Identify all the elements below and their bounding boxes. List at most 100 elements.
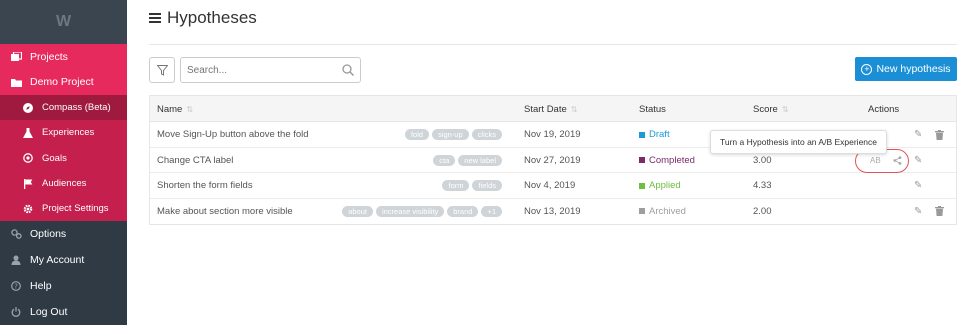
search-icon[interactable]	[342, 64, 354, 76]
table-header: Name ⇅ Start Date ⇅ Status Score ⇅ Actions	[150, 96, 956, 122]
sidebar-item-label: Options	[30, 228, 67, 241]
sidebar-item-experiences[interactable]: Experiences	[0, 120, 127, 145]
sidebar-item-label: My Account	[30, 254, 85, 267]
tag: +1	[481, 205, 502, 217]
menu-icon[interactable]	[149, 13, 161, 23]
tag: form	[442, 180, 470, 192]
sidebar-item-options[interactable]: Options	[0, 221, 127, 247]
trash-icon[interactable]	[935, 122, 944, 148]
sort-icon: ⇅	[781, 104, 789, 114]
column-label: Status	[639, 103, 666, 115]
edit-icon[interactable]: ✎	[914, 199, 922, 225]
trash-icon[interactable]	[935, 199, 944, 225]
sidebar-item-label: Projects	[30, 50, 68, 63]
tag: new label	[458, 154, 502, 166]
account-nav: Options My Account ? Help Log Out	[0, 221, 127, 325]
score: 2.00	[753, 205, 772, 217]
edit-icon[interactable]: ✎	[914, 122, 922, 148]
filter-icon	[156, 64, 168, 76]
status-indicator	[639, 182, 645, 189]
sort-icon: ⇅	[186, 104, 194, 114]
tag-list: cta new label	[430, 148, 502, 174]
tag: about	[342, 205, 373, 217]
status-label: Archived	[649, 205, 686, 217]
project-subnav: Compass (Beta) Experiences Goals Audienc…	[0, 95, 127, 222]
logo-area: W	[0, 0, 127, 44]
project-nav: Projects Demo Project	[0, 44, 127, 95]
flask-icon	[22, 127, 34, 139]
page-header: Hypotheses	[149, 8, 257, 28]
tag: increase visibility	[375, 205, 445, 217]
hypothesis-name[interactable]: Move Sign-Up button above the fold	[157, 122, 309, 148]
hypothesis-name[interactable]: Change CTA label	[157, 148, 233, 174]
edit-icon[interactable]: ✎	[914, 173, 922, 199]
column-header-name[interactable]: Name ⇅	[157, 96, 193, 122]
search-input[interactable]	[187, 64, 342, 76]
help-icon: ?	[10, 280, 22, 292]
sidebar-item-log-out[interactable]: Log Out	[0, 299, 127, 325]
sidebar-item-label: Experiences	[42, 127, 95, 139]
gears-icon	[10, 228, 22, 240]
target-icon	[22, 152, 34, 164]
sidebar-item-goals[interactable]: Goals	[0, 146, 127, 171]
user-icon	[10, 254, 22, 266]
tag: fold	[404, 129, 430, 141]
hypotheses-table: Name ⇅ Start Date ⇅ Status Score ⇅ Actions …	[149, 95, 957, 225]
sidebar-item-label: Goals	[42, 152, 67, 164]
tooltip: Turn a Hypothesis into an A/B Experience	[710, 130, 887, 154]
status-indicator	[639, 208, 645, 215]
table-row[interactable]: Make about section more visible about in…	[150, 199, 956, 225]
flag-icon	[22, 178, 34, 190]
tag-list: fold sign-up clicks	[402, 122, 502, 148]
sidebar-item-projects[interactable]: Projects	[0, 44, 127, 70]
svg-text:?: ?	[14, 283, 18, 291]
column-label: Start Date	[524, 103, 567, 115]
sidebar-item-compass[interactable]: Compass (Beta)	[0, 95, 127, 121]
status: Applied	[639, 173, 681, 199]
tag: sign-up	[432, 129, 469, 141]
tag-list: about increase visibility brand +1	[339, 199, 502, 225]
plus-icon: +	[861, 63, 873, 75]
status-label: Draft	[649, 129, 670, 141]
start-date: Nov 13, 2019	[524, 205, 581, 217]
sidebar-item-my-account[interactable]: My Account	[0, 247, 127, 273]
score: 4.33	[753, 180, 772, 192]
gear-icon	[22, 203, 34, 215]
column-header-start-date[interactable]: Start Date ⇅	[524, 96, 577, 122]
status: Archived	[639, 199, 686, 225]
sidebar: W Projects Demo Project Compass (Beta) E…	[0, 0, 127, 325]
tag: cta	[433, 154, 456, 166]
column-label: Actions	[868, 103, 900, 115]
page-title: Hypotheses	[167, 8, 257, 27]
folders-icon	[10, 51, 22, 63]
table-row[interactable]: Shorten the form fields form fields Nov …	[150, 173, 956, 199]
new-hypothesis-button[interactable]: + New hypothesis	[855, 57, 957, 81]
folder-icon	[10, 76, 22, 88]
search-box	[180, 57, 361, 83]
edit-icon[interactable]: ✎	[914, 148, 922, 174]
sidebar-item-audiences[interactable]: Audiences	[0, 171, 127, 196]
sidebar-item-demo-project[interactable]: Demo Project	[0, 70, 127, 96]
column-label: Name	[157, 103, 183, 115]
status: Draft	[639, 122, 670, 148]
status-label: Applied	[649, 180, 681, 192]
column-header-actions: Actions	[868, 96, 899, 122]
start-date: Nov 4, 2019	[524, 180, 576, 192]
hypothesis-name[interactable]: Shorten the form fields	[157, 173, 253, 199]
hypothesis-name[interactable]: Make about section more visible	[157, 199, 293, 225]
sidebar-item-label: Demo Project	[30, 76, 94, 89]
column-label: Score	[753, 103, 778, 115]
divider	[149, 44, 957, 45]
new-hypothesis-label: New hypothesis	[876, 63, 951, 75]
sidebar-item-label: Log Out	[30, 306, 68, 319]
sidebar-item-help[interactable]: ? Help	[0, 273, 127, 299]
status: Completed	[639, 148, 695, 174]
compass-icon	[22, 102, 34, 114]
filter-button[interactable]	[149, 57, 175, 83]
power-icon	[10, 306, 22, 318]
start-date: Nov 27, 2019	[524, 154, 581, 166]
tag-list: form fields	[439, 173, 502, 199]
sidebar-item-project-settings[interactable]: Project Settings	[0, 196, 127, 221]
column-header-score[interactable]: Score ⇅	[753, 96, 789, 122]
sidebar-item-label: Project Settings	[42, 203, 109, 215]
